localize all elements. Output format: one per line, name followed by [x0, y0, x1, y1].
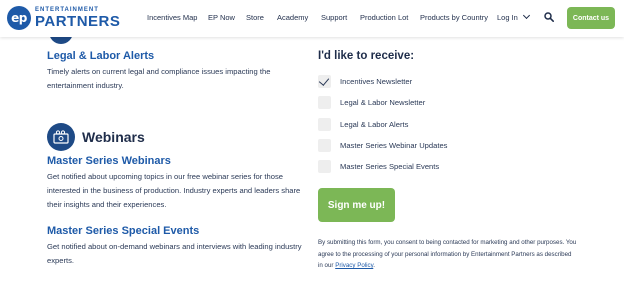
nav-academy[interactable]: Academy	[277, 13, 308, 22]
chevron-down-icon	[522, 11, 530, 20]
option-master-series-webinar-updates[interactable]: Master Series Webinar Updates	[318, 139, 447, 152]
nav-support[interactable]: Support	[321, 13, 347, 22]
option-master-series-special-events[interactable]: Master Series Special Events	[318, 160, 439, 173]
nav-log-in[interactable]: Log In	[497, 11, 530, 22]
nav-log-in-label: Log In	[497, 13, 518, 22]
legal-alerts-heading[interactable]: Legal & Labor Alerts	[47, 50, 154, 62]
contact-us-button[interactable]: Contact us	[567, 7, 615, 29]
master-series-special-events-heading[interactable]: Master Series Special Events	[47, 225, 199, 237]
webinars-heading: Webinars	[82, 129, 145, 145]
checkbox-checked[interactable]	[318, 75, 331, 88]
option-legal-labor-alerts[interactable]: Legal & Labor Alerts	[318, 118, 408, 131]
checkbox[interactable]	[318, 139, 331, 152]
checkmark-icon	[318, 75, 330, 86]
search-icon[interactable]	[544, 12, 554, 22]
checkbox[interactable]	[318, 118, 331, 131]
master-series-special-events-description: Get notified about on-demand webinars an…	[47, 242, 302, 265]
option-legal-labor-newsletter[interactable]: Legal & Labor Newsletter	[318, 96, 425, 109]
option-incentives-newsletter[interactable]: Incentives Newsletter	[318, 75, 412, 88]
option-label: Master Series Webinar Updates	[340, 141, 448, 150]
site-header: ep ENTERTAINMENT PARTNERS Incentives Map…	[0, 0, 624, 37]
nav-products-by-country[interactable]: Products by Country	[420, 13, 488, 22]
option-label: Legal & Labor Alerts	[340, 120, 409, 129]
nav-incentives-map[interactable]: Incentives Map	[147, 13, 197, 22]
webinar-icon	[47, 123, 75, 151]
option-label: Master Series Special Events	[340, 162, 440, 171]
option-label: Legal & Labor Newsletter	[340, 98, 426, 107]
nav-production-lot[interactable]: Production Lot	[360, 13, 408, 22]
consent-end: .	[373, 262, 375, 269]
privacy-policy-link[interactable]: Privacy Policy	[335, 262, 373, 269]
nav-store[interactable]: Store	[246, 13, 264, 22]
checkbox[interactable]	[318, 160, 331, 173]
sign-me-up-button[interactable]: Sign me up!	[318, 188, 395, 222]
checkbox[interactable]	[318, 96, 331, 109]
subscription-form-title: I'd like to receive:	[318, 50, 415, 62]
master-series-webinars-heading[interactable]: Master Series Webinars	[47, 155, 171, 167]
nav-ep-now[interactable]: EP Now	[208, 13, 235, 22]
master-series-webinars-description: Get notified about upcoming topics in ou…	[47, 172, 301, 209]
main-nav: Incentives Map EP Now Store Academy Supp…	[0, 11, 624, 25]
legal-alerts-description: Timely alerts on current legal and compl…	[47, 67, 271, 90]
option-label: Incentives Newsletter	[340, 77, 413, 86]
consent-text: By submitting this form, you consent to …	[318, 237, 578, 272]
